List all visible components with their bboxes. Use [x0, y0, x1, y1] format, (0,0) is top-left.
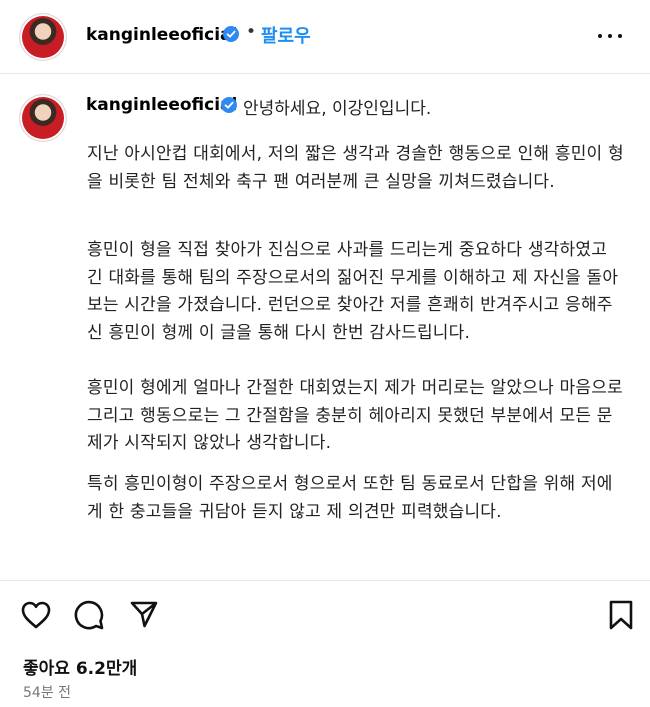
send-icon[interactable] — [129, 599, 159, 629]
separator-dot: • — [246, 22, 257, 42]
caption-username[interactable]: kanginleeoficial — [86, 95, 237, 115]
comment-icon[interactable] — [73, 599, 105, 631]
username[interactable]: kanginleeoficial — [86, 25, 237, 45]
post-timestamp[interactable]: 54분 전 — [23, 682, 71, 702]
scroll-fade — [0, 561, 650, 579]
caption-area: kanginleeoficial 안녕하세요, 이강인입니다. 지난 아시안컵 … — [0, 75, 650, 579]
caption-first-line: 안녕하세요, 이강인입니다. — [243, 99, 432, 119]
caption-paragraph-4: 특히 흥민이형이 주장으로서 형으로서 또한 팀 동료로서 단합을 위해 저에게… — [87, 474, 613, 522]
caption-avatar[interactable] — [20, 95, 66, 141]
follow-button[interactable]: 팔로우 — [261, 22, 311, 48]
verified-badge-icon — [223, 26, 239, 42]
heart-icon[interactable] — [20, 600, 52, 630]
caption-paragraph-1: 지난 아시안컵 대회에서, 저의 짧은 생각과 경솔한 행동으로 인해 흥민이 … — [87, 144, 624, 192]
avatar[interactable] — [20, 14, 66, 60]
verified-badge-icon — [221, 97, 237, 113]
caption-paragraph-3: 흥민이 형에게 얼마나 간절한 대회였는지 제가 머리로는 알았으나 마음으로 … — [87, 378, 623, 453]
caption-paragraph-2: 흥민이 형을 직접 찾아가 진심으로 사과를 드리는게 중요하다 생각하였고 긴… — [87, 240, 619, 343]
post-header: kanginleeoficial • 팔로우 — [0, 0, 650, 74]
bookmark-icon[interactable] — [608, 599, 634, 631]
more-options-icon[interactable] — [587, 16, 633, 56]
action-bar: 좋아요 6.2만개 54분 전 — [0, 580, 650, 707]
likes-count[interactable]: 좋아요 6.2만개 — [23, 654, 137, 679]
